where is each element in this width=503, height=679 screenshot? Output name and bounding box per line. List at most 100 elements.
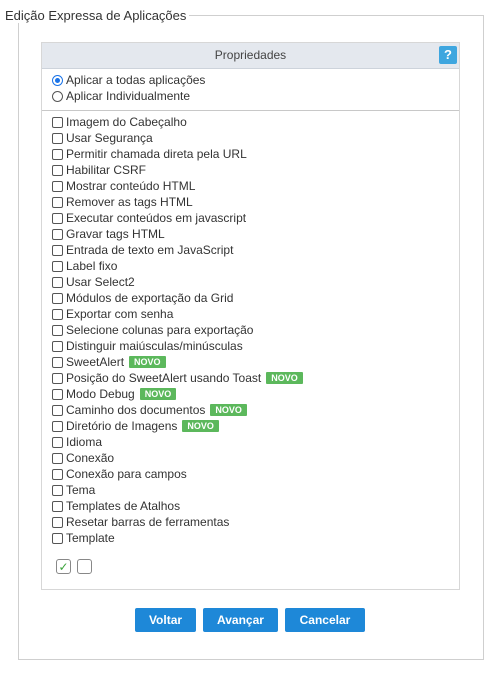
- option-row[interactable]: Idioma: [52, 434, 459, 450]
- option-label: Resetar barras de ferramentas: [66, 515, 230, 529]
- option-checkbox[interactable]: [52, 228, 63, 240]
- option-checkbox[interactable]: [52, 404, 63, 416]
- option-checkbox[interactable]: [52, 164, 63, 176]
- option-row[interactable]: Mostrar conteúdo HTML: [52, 178, 459, 194]
- radio-apply-individually-label: Aplicar Individualmente: [66, 89, 191, 103]
- option-row[interactable]: Caminho dos documentos NOVO: [52, 402, 459, 418]
- radio-apply-all-control[interactable]: [52, 74, 63, 86]
- option-label: Exportar com senha: [66, 307, 174, 321]
- action-buttons: Voltar Avançar Cancelar: [135, 608, 365, 632]
- option-label: Permitir chamada direta pela URL: [66, 147, 247, 161]
- apply-mode-group: Aplicar a todas aplicações Aplicar Indiv…: [42, 69, 459, 108]
- option-label: Imagem do Cabeçalho: [66, 115, 187, 129]
- option-row[interactable]: Template: [52, 530, 459, 546]
- option-checkbox[interactable]: [52, 196, 63, 208]
- option-row[interactable]: Gravar tags HTML: [52, 226, 459, 242]
- option-label: Selecione colunas para exportação: [66, 323, 254, 337]
- panel-title: Propriedades: [214, 48, 287, 62]
- next-button[interactable]: Avançar: [203, 608, 278, 632]
- option-label: Template: [66, 531, 115, 545]
- new-badge: NOVO: [266, 372, 303, 384]
- option-label: Gravar tags HTML: [66, 227, 165, 241]
- properties-panel: Propriedades ? Aplicar a todas aplicaçõe…: [41, 42, 460, 590]
- radio-apply-individually[interactable]: Aplicar Individualmente: [52, 88, 459, 104]
- select-controls: ✓: [42, 546, 459, 574]
- fieldset-legend: Edição Expressa de Aplicações: [5, 8, 190, 23]
- help-icon[interactable]: ?: [439, 46, 457, 64]
- option-checkbox[interactable]: [52, 420, 63, 432]
- option-row[interactable]: Resetar barras de ferramentas: [52, 514, 459, 530]
- option-label: Idioma: [66, 435, 103, 449]
- option-row[interactable]: Habilitar CSRF: [52, 162, 459, 178]
- option-label: Templates de Atalhos: [66, 499, 181, 513]
- option-checkbox[interactable]: [52, 292, 63, 304]
- option-row[interactable]: Label fixo: [52, 258, 459, 274]
- cancel-button[interactable]: Cancelar: [285, 608, 365, 632]
- option-label: Modo Debug: [66, 387, 135, 401]
- new-badge: NOVO: [182, 420, 219, 432]
- option-row[interactable]: Tema: [52, 482, 459, 498]
- radio-apply-all-label: Aplicar a todas aplicações: [66, 73, 206, 87]
- option-checkbox[interactable]: [52, 340, 63, 352]
- option-checkbox[interactable]: [52, 116, 63, 128]
- option-checkbox[interactable]: [52, 516, 63, 528]
- back-button[interactable]: Voltar: [135, 608, 196, 632]
- option-row[interactable]: Distinguir maiúsculas/minúsculas: [52, 338, 459, 354]
- option-checkbox[interactable]: [52, 260, 63, 272]
- option-row[interactable]: Módulos de exportação da Grid: [52, 290, 459, 306]
- panel-header: Propriedades ?: [42, 43, 459, 69]
- option-row[interactable]: Templates de Atalhos: [52, 498, 459, 514]
- option-row[interactable]: Posição do SweetAlert usando Toast NOVO: [52, 370, 459, 386]
- option-label: SweetAlert: [66, 355, 125, 369]
- option-row[interactable]: Permitir chamada direta pela URL: [52, 146, 459, 162]
- option-row[interactable]: Conexão para campos: [52, 466, 459, 482]
- option-checkbox[interactable]: [52, 244, 63, 256]
- option-row[interactable]: Modo Debug NOVO: [52, 386, 459, 402]
- select-all-checkbox[interactable]: ✓: [56, 559, 71, 574]
- option-row[interactable]: Diretório de Imagens NOVO: [52, 418, 459, 434]
- option-label: Caminho dos documentos: [66, 403, 206, 417]
- option-checkbox[interactable]: [52, 500, 63, 512]
- option-checkbox[interactable]: [52, 436, 63, 448]
- option-checkbox[interactable]: [52, 212, 63, 224]
- option-label: Diretório de Imagens: [66, 419, 178, 433]
- option-row[interactable]: Usar Select2: [52, 274, 459, 290]
- option-label: Entrada de texto em JavaScript: [66, 243, 234, 257]
- option-label: Tema: [66, 483, 96, 497]
- option-row[interactable]: Selecione colunas para exportação: [52, 322, 459, 338]
- option-label: Conexão para campos: [66, 467, 187, 481]
- option-label: Habilitar CSRF: [66, 163, 147, 177]
- option-row[interactable]: Remover as tags HTML: [52, 194, 459, 210]
- option-checkbox[interactable]: [52, 148, 63, 160]
- option-checkbox[interactable]: [52, 324, 63, 336]
- option-row[interactable]: Entrada de texto em JavaScript: [52, 242, 459, 258]
- option-checkbox[interactable]: [52, 452, 63, 464]
- option-row[interactable]: Conexão: [52, 450, 459, 466]
- option-checkbox[interactable]: [52, 372, 63, 384]
- option-checkbox[interactable]: [52, 468, 63, 480]
- option-row[interactable]: Imagem do Cabeçalho: [52, 114, 459, 130]
- option-checkbox[interactable]: [52, 276, 63, 288]
- radio-apply-individually-control[interactable]: [52, 90, 63, 102]
- option-checkbox[interactable]: [52, 180, 63, 192]
- option-checkbox[interactable]: [52, 132, 63, 144]
- deselect-all-checkbox[interactable]: [77, 559, 92, 574]
- option-row[interactable]: Executar conteúdos em javascript: [52, 210, 459, 226]
- option-checkbox[interactable]: [52, 308, 63, 320]
- option-row[interactable]: SweetAlert NOVO: [52, 354, 459, 370]
- option-label: Executar conteúdos em javascript: [66, 211, 247, 225]
- new-badge: NOVO: [210, 404, 247, 416]
- option-label: Mostrar conteúdo HTML: [66, 179, 196, 193]
- new-badge: NOVO: [129, 356, 166, 368]
- radio-apply-all[interactable]: Aplicar a todas aplicações: [52, 72, 459, 88]
- option-label: Distinguir maiúsculas/minúsculas: [66, 339, 243, 353]
- option-checkbox[interactable]: [52, 388, 63, 400]
- option-label: Posição do SweetAlert usando Toast: [66, 371, 262, 385]
- option-checkbox[interactable]: [52, 532, 63, 544]
- option-row[interactable]: Usar Segurança: [52, 130, 459, 146]
- option-row[interactable]: Exportar com senha: [52, 306, 459, 322]
- option-label: Usar Select2: [66, 275, 135, 289]
- option-checkbox[interactable]: [52, 356, 63, 368]
- option-checkbox[interactable]: [52, 484, 63, 496]
- divider: [42, 110, 459, 111]
